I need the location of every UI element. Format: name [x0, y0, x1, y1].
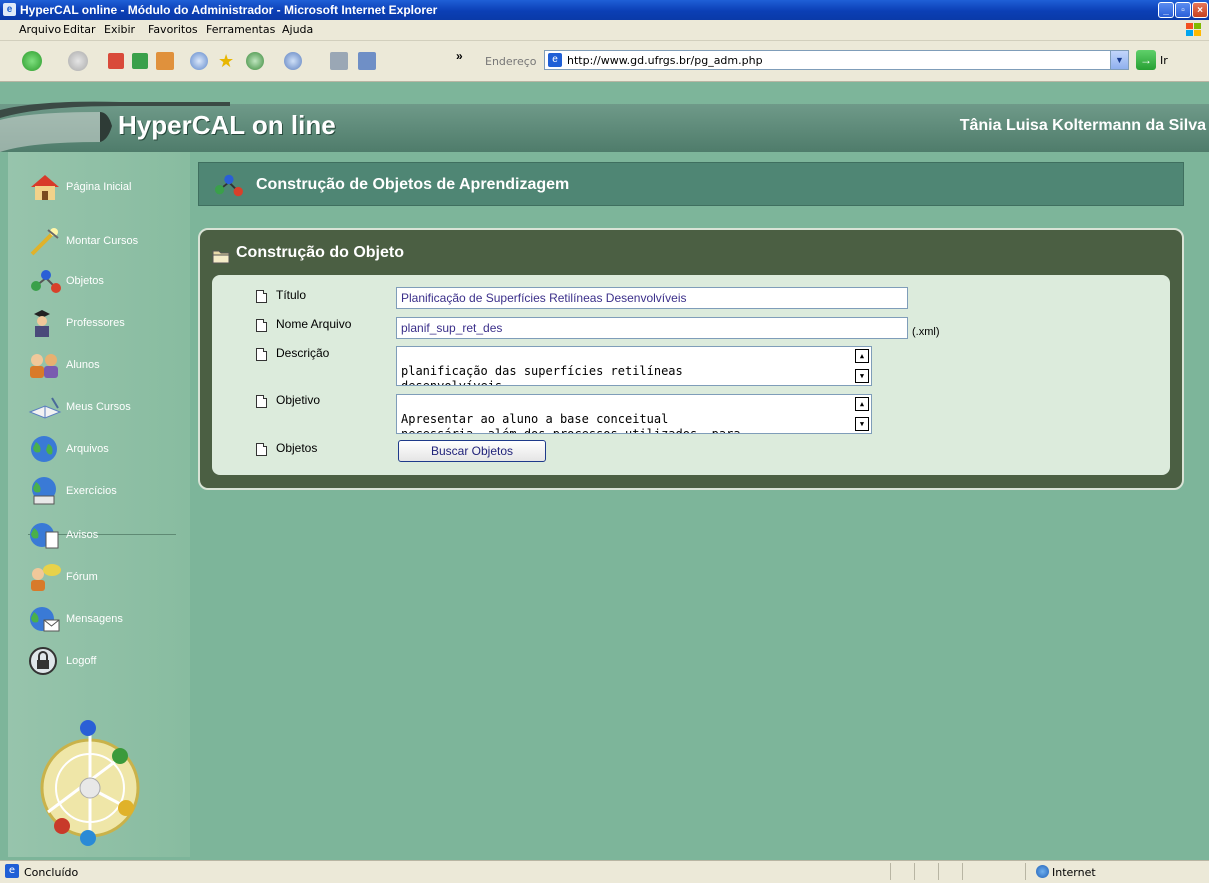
status-separator [890, 863, 891, 880]
globe-mail-icon [30, 607, 60, 632]
menu-editar[interactable]: Editar [63, 23, 96, 36]
nome-arquivo-label: Nome Arquivo [276, 317, 352, 331]
document-icon [256, 290, 267, 303]
document-icon [256, 395, 267, 408]
minimize-button[interactable]: _ [1158, 2, 1174, 18]
browser-toolbar: ★ » Endereço e http://www.gd.ufrgs.br/pg… [0, 41, 1209, 82]
buscar-objetos-button[interactable]: Buscar Objetos [398, 440, 546, 462]
status-separator [1025, 863, 1026, 880]
lock-icon [29, 647, 57, 675]
forward-button-icon[interactable] [68, 51, 88, 71]
descricao-text: planificação das superfícies retilíneas … [401, 364, 683, 386]
menu-favoritos[interactable]: Favoritos [148, 23, 198, 36]
nome-arquivo-input[interactable]: planif_sup_ret_des [396, 317, 908, 339]
titulo-label: Título [276, 288, 307, 302]
objetivo-textarea[interactable]: Apresentar ao aluno a base conceitual ne… [396, 394, 872, 434]
forum-people-icon [31, 564, 61, 591]
menu-bar: Arquivo Editar Exibir Favoritos Ferramen… [0, 20, 1209, 41]
status-text: Concluído [24, 866, 79, 879]
objetivo-text: Apresentar ao aluno a base conceitual ne… [401, 412, 741, 434]
menu-arquivo[interactable]: Arquivo [19, 23, 61, 36]
ie-logo-icon: e [3, 3, 16, 16]
sidebar-item-label: Avisos [66, 529, 99, 541]
address-label: Endereço [485, 55, 537, 68]
sidebar-item-label: Página Inicial [66, 181, 132, 193]
go-button[interactable]: → [1136, 50, 1156, 70]
sidebar-item-label: Mensagens [66, 613, 123, 625]
mail-icon[interactable] [284, 52, 302, 70]
globe-document-icon [30, 523, 59, 549]
page-status-icon: e [5, 864, 19, 878]
sidebar: Página Inicial Montar Cursos Objetos Pro… [8, 152, 190, 857]
close-button[interactable]: × [1192, 2, 1208, 18]
refresh-icon[interactable] [132, 53, 148, 69]
status-separator [938, 863, 939, 880]
document-icon [256, 348, 267, 361]
descricao-textarea[interactable]: planificação das superfícies retilíneas … [396, 346, 872, 386]
app-title: HyperCAL on line [118, 110, 336, 140]
go-label[interactable]: Ir [1160, 54, 1168, 67]
window-title: HyperCAL online - Módulo do Administrado… [20, 3, 438, 17]
globe-pen-icon [32, 477, 56, 505]
sidebar-item-label: Montar Cursos [66, 235, 139, 247]
titulo-input[interactable]: Planificação de Superfícies Retilíneas D… [396, 287, 908, 309]
menu-exibir[interactable]: Exibir [104, 23, 135, 36]
maximize-button[interactable]: ▫ [1175, 2, 1191, 18]
window-titlebar: e HyperCAL online - Módulo do Administra… [0, 0, 1209, 20]
magic-wand-icon [30, 228, 59, 256]
scroll-down-icon[interactable]: ▼ [855, 369, 869, 383]
hypercal-logo [40, 720, 140, 846]
objetos-label: Objetos [276, 441, 318, 455]
history-icon[interactable] [246, 52, 264, 70]
menu-ajuda[interactable]: Ajuda [282, 23, 313, 36]
page-header: Construção de Objetos de Aprendizagem [198, 162, 1184, 206]
scroll-down-icon[interactable]: ▼ [855, 417, 869, 431]
print-icon[interactable] [330, 52, 348, 70]
page-title: Construção de Objetos de Aprendizagem [256, 176, 570, 193]
stop-icon[interactable] [108, 53, 124, 69]
document-icon [256, 443, 267, 456]
globe-icon [31, 436, 57, 462]
toolbar-overflow-chevron-icon[interactable]: » [456, 49, 463, 63]
scroll-up-icon[interactable]: ▲ [855, 397, 869, 411]
sidebar-item-label: Objetos [66, 275, 104, 287]
back-button-icon[interactable] [22, 51, 42, 71]
students-icon [30, 354, 58, 378]
address-bar[interactable]: e http://www.gd.ufrgs.br/pg_adm.php ▼ [544, 50, 1129, 70]
status-bar: e Concluído Internet [0, 860, 1209, 883]
open-book-icon [28, 397, 62, 419]
sidebar-item-label: Professores [66, 317, 125, 329]
security-zone: Internet [1052, 866, 1096, 879]
user-name: Tânia Luisa Koltermann da Silva [959, 117, 1206, 134]
sidebar-item-label: Logoff [66, 655, 97, 667]
favorites-star-icon[interactable]: ★ [218, 52, 236, 70]
graduate-icon [34, 310, 50, 337]
objetivo-label: Objetivo [276, 393, 321, 407]
folder-icon [212, 250, 230, 264]
status-separator [962, 863, 963, 880]
molecule-icon [31, 270, 61, 293]
search-icon[interactable] [190, 52, 208, 70]
home-icon [31, 175, 59, 200]
menu-ferramentas[interactable]: Ferramentas [206, 23, 275, 36]
sidebar-item-label: Exercícios [66, 485, 117, 497]
address-url: http://www.gd.ufrgs.br/pg_adm.php [567, 54, 763, 67]
internet-globe-icon [1036, 865, 1049, 878]
address-dropdown-icon[interactable]: ▼ [1110, 51, 1128, 69]
status-separator [914, 863, 915, 880]
xml-suffix: (.xml) [912, 326, 940, 338]
sidebar-item-label: Arquivos [66, 443, 109, 455]
scroll-up-icon[interactable]: ▲ [855, 349, 869, 363]
home-browser-icon[interactable] [156, 52, 174, 70]
descricao-label: Descrição [276, 346, 330, 360]
page-icon: e [548, 53, 562, 67]
sidebar-item-label: Fórum [66, 571, 98, 583]
edit-icon[interactable] [358, 52, 376, 70]
windows-logo-icon [1186, 23, 1201, 36]
sidebar-item-label: Alunos [66, 359, 100, 371]
panel-title: Construção do Objeto [236, 244, 404, 261]
molecule-icon [214, 174, 243, 197]
document-icon [256, 319, 267, 332]
sidebar-item-label: Meus Cursos [66, 401, 131, 413]
